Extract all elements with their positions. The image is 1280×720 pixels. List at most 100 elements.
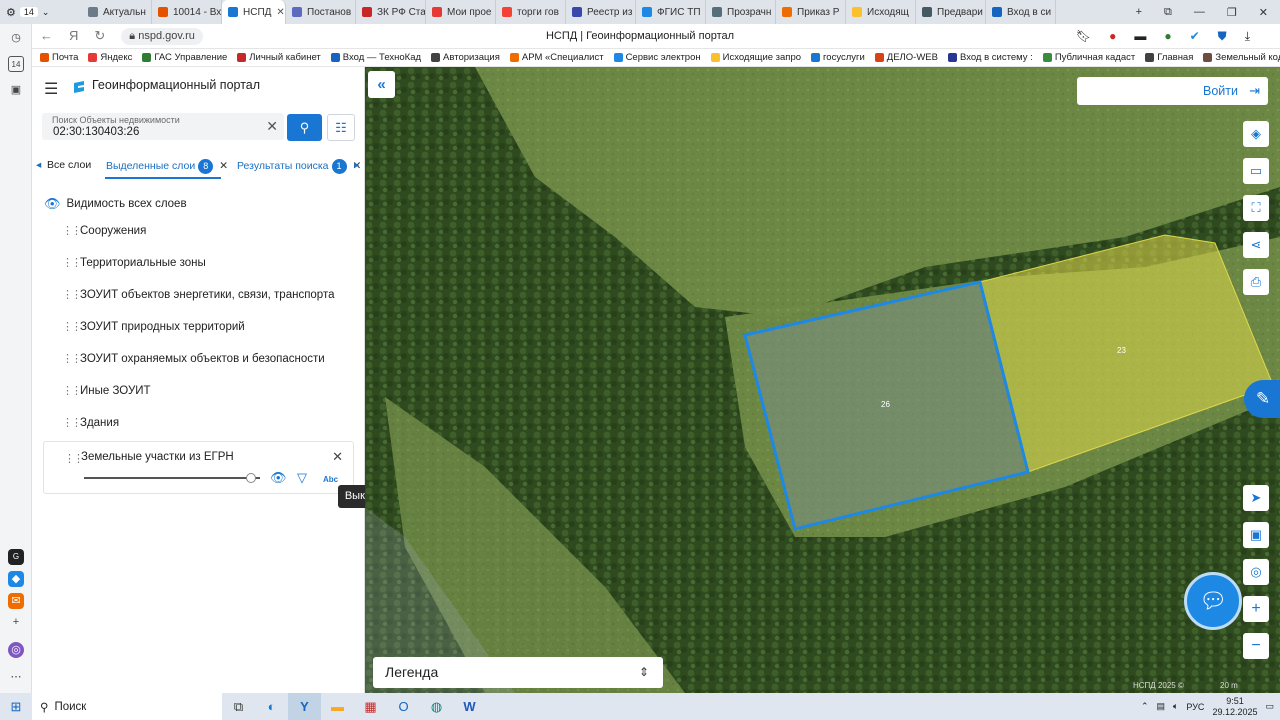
calendar-app-icon[interactable]: ▦ (354, 693, 387, 720)
browser-tab[interactable]: 10014 - Вх✕ (152, 0, 222, 24)
browser-tab[interactable]: Актуальн✕ (82, 0, 152, 24)
bookmark-icon[interactable]: 🔖︎ (1076, 29, 1091, 44)
edge-icon[interactable]: ◐ (255, 693, 288, 720)
browser-tab[interactable]: Вход в си✕ (986, 0, 1056, 24)
close-window-icon[interactable]: ✕ (1259, 6, 1268, 19)
layer-item[interactable]: ⋮⋮ ЗОУИТ объектов энергетики, связи, тран… (62, 288, 335, 302)
zoom-in-button[interactable]: + (1243, 596, 1269, 622)
notification-icon[interactable]: ▭ (1265, 701, 1274, 712)
browser-tab[interactable]: Прозрачн✕ (706, 0, 776, 24)
bookmark-item[interactable]: Личный кабинет (237, 52, 321, 63)
app-icon[interactable]: G (8, 549, 24, 565)
tray-chevron-icon[interactable]: ⌃ (1141, 701, 1149, 712)
zoom-out-button[interactable]: − (1243, 633, 1269, 659)
layer-item[interactable]: ⋮⋮ Сооружения (62, 224, 146, 238)
bookmark-item[interactable]: Исходящие запро (710, 52, 801, 63)
windows-start-icon[interactable]: ⊞ (0, 699, 32, 715)
outlook-icon[interactable]: O (387, 693, 420, 720)
drag-handle-icon[interactable]: ⋮⋮ (62, 384, 82, 397)
opacity-slider-handle[interactable] (246, 473, 257, 483)
bookmark-item[interactable]: Яндекс (88, 52, 132, 63)
task-view-icon[interactable]: ⧉ (222, 693, 255, 720)
bookmark-item[interactable]: Вход в систему : (947, 52, 1033, 63)
clear-icon[interactable]: ✕ (266, 118, 278, 135)
remove-layer-icon[interactable]: ✕ (332, 449, 343, 465)
calendar-icon[interactable]: 14 (8, 56, 24, 72)
bookmark-item[interactable]: Почта (40, 52, 78, 63)
bookmark-item[interactable]: Сервис электрон (613, 52, 701, 63)
eye-icon[interactable]: 👁︎ (270, 470, 287, 486)
bookmark-item[interactable]: Вход — ТехноКад (330, 52, 421, 63)
layer-item[interactable]: ⋮⋮ ЗОУИТ природных территорий (62, 320, 245, 334)
taskbar-search[interactable]: ⚲ Поиск (32, 693, 222, 720)
layers-icon[interactable]: ◈ (1243, 121, 1269, 147)
ruler-icon[interactable]: ▭ (1243, 158, 1269, 184)
feedback-button[interactable]: ✎ (1244, 380, 1280, 418)
visibility-all-toggle[interactable]: 👁︎ Видимость всех слоев (44, 196, 187, 212)
tab-all-layers[interactable]: Все слои (47, 159, 91, 171)
search-input-value[interactable]: 02:30:130403:26 (53, 126, 139, 138)
legend-dropdown[interactable]: Легенда ⇕ (373, 657, 663, 688)
browser-tab[interactable]: Постанов✕ (286, 0, 356, 24)
labels-toggle-icon[interactable]: Abc (323, 475, 338, 484)
layer-item[interactable]: ⋮⋮ Иные ЗОУИТ (62, 384, 151, 398)
search-button[interactable]: ⚲ (287, 114, 322, 141)
more-icon[interactable]: ⋯ (8, 669, 24, 685)
store-icon[interactable]: ◍ (420, 693, 453, 720)
browser-tab[interactable]: Приказ Р✕ (776, 0, 846, 24)
layer-item[interactable]: ⋮⋮ Территориальные зоны (62, 256, 206, 270)
reload-icon[interactable]: ↻ (94, 28, 105, 44)
filter-settings-button[interactable]: ☷ (327, 114, 355, 141)
drag-handle-icon[interactable]: ⋮⋮ (62, 256, 82, 269)
bookmark-item[interactable]: ГАС Управление (142, 52, 227, 63)
bookmark-item[interactable]: ДЕЛО-WEB (874, 52, 938, 63)
profile-icon[interactable]: ⚙ (6, 6, 16, 19)
app-icon[interactable]: ◆ (8, 571, 24, 587)
yandex-icon[interactable]: Я (69, 28, 78, 44)
tab-scroll-left-icon[interactable]: ◂ (36, 159, 41, 171)
area-select-icon[interactable]: ⛶ (1243, 195, 1269, 221)
menu-icon[interactable]: ☰ (44, 79, 58, 99)
drag-handle-icon[interactable]: ⋮⋮ (64, 452, 84, 465)
clock[interactable]: 9:51 29.12.2025 (1212, 696, 1257, 718)
add-icon[interactable]: + (8, 614, 24, 630)
close-tab-icon[interactable]: ✕ (276, 7, 284, 18)
login-button[interactable]: Войти ⇥ (1077, 77, 1268, 105)
filter-icon[interactable]: ▽ (297, 470, 307, 486)
extension-icon[interactable]: ✔ (1190, 29, 1200, 44)
bookmark-item[interactable]: Главная (1145, 52, 1193, 63)
bookmark-item[interactable]: госуслуги (811, 52, 865, 63)
tab-selected-layers[interactable]: Выделенные слои 8 ✕ (106, 159, 228, 174)
mail-icon[interactable]: ✉ (8, 593, 24, 609)
new-tab-icon[interactable]: + (1136, 6, 1142, 19)
minimize-icon[interactable]: — (1194, 6, 1205, 19)
browser-tab[interactable]: Реестр из✕ (566, 0, 636, 24)
extension-icon[interactable]: ● (1164, 29, 1171, 44)
tab-scroll-right-icon[interactable]: ▸ (354, 159, 359, 171)
drag-handle-icon[interactable]: ⋮⋮ (62, 416, 82, 429)
browser-tab[interactable]: Исходящ✕ (846, 0, 916, 24)
volume-icon[interactable]: 🔈︎ (1173, 701, 1178, 712)
close-tab-icon[interactable]: ✕ (219, 160, 228, 172)
word-icon[interactable]: W (453, 693, 486, 720)
opacity-slider[interactable] (84, 477, 260, 479)
bookmark-item[interactable]: Авторизация (431, 52, 500, 63)
history-icon[interactable]: ◷ (8, 30, 24, 46)
back-icon[interactable]: ← (40, 28, 53, 44)
browser-tab[interactable]: ФГИС ТП✕ (636, 0, 706, 24)
download-icon[interactable]: ⤓ (1245, 29, 1250, 44)
map-view[interactable]: 26 23 « Войти ⇥ ◈ ▭ ⛶ ⋖ ⎙ ✎ ➤ ▣ ◎ + − 💬︎ … (365, 67, 1280, 693)
layer-item[interactable]: ⋮⋮ ЗОУИТ охраняемых объектов и безопаснос… (62, 352, 325, 366)
shield-icon[interactable]: ⛊ (1218, 29, 1227, 44)
language-indicator[interactable]: РУС (1186, 702, 1204, 712)
locate-icon[interactable]: ➤ (1243, 485, 1269, 511)
url-field[interactable]: 🔒︎ nspd.gov.ru (121, 27, 203, 45)
bookmark-item[interactable]: Публичная кадаст (1042, 52, 1135, 63)
chat-button[interactable]: 💬︎ (1184, 572, 1242, 630)
bookmark-item[interactable]: Земельный кодек (1203, 52, 1280, 63)
collections-icon[interactable]: ⧉ (1164, 6, 1172, 19)
geolocation-icon[interactable]: ◎ (1243, 559, 1269, 585)
search-input[interactable]: Поиск Объекты недвижимости 02:30:130403:… (42, 113, 284, 140)
share-icon[interactable]: ⋖ (1243, 232, 1269, 258)
browser-tab[interactable]: Предвари✕ (916, 0, 986, 24)
